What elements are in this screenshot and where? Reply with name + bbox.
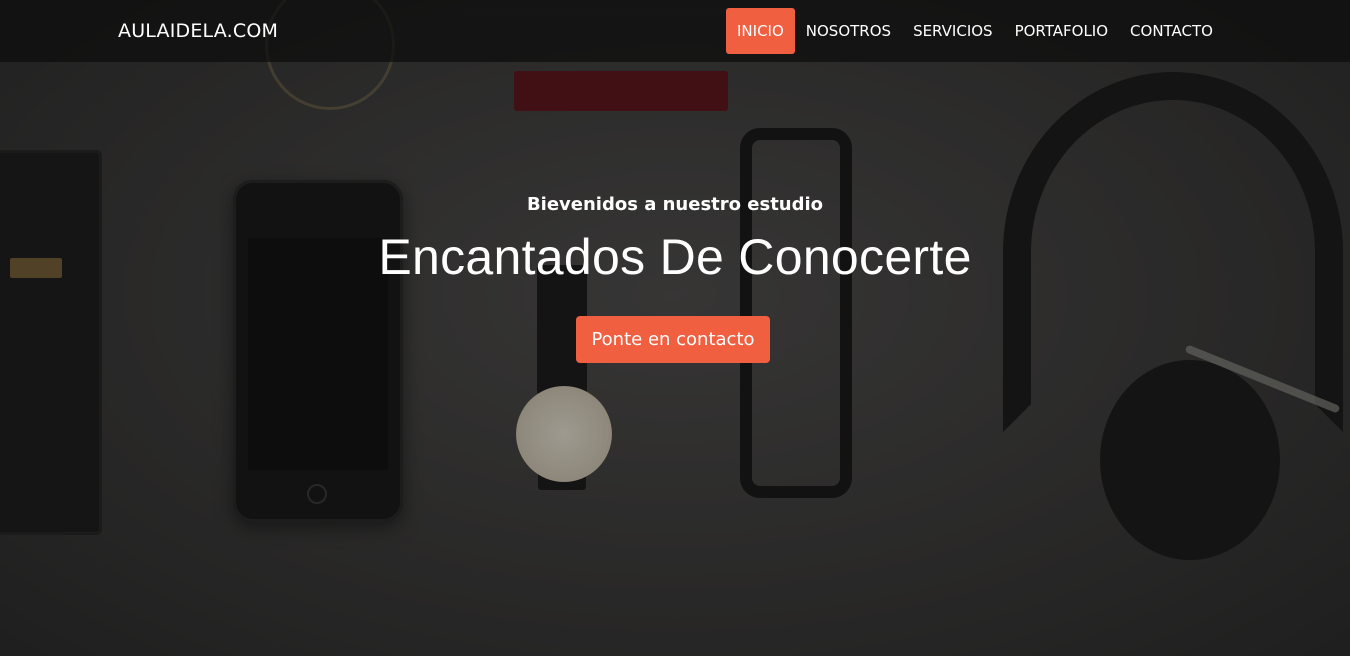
nav-item-inicio[interactable]: INICIO [726,8,795,54]
hero-subtitle: Bievenidos a nuestro estudio [526,194,824,215]
contact-button[interactable]: Ponte en contacto [576,316,770,363]
navbar: AULAIDELA.COM INICIO NOSOTROS SERVICIOS … [0,0,1350,62]
nav-item-portafolio[interactable]: PORTAFOLIO [1004,8,1119,54]
brand-logo[interactable]: AULAIDELA.COM [118,20,278,42]
hero-section: AULAIDELA.COM INICIO NOSOTROS SERVICIOS … [0,0,1350,656]
nav-item-nosotros[interactable]: NOSOTROS [795,8,902,54]
nav-item-servicios[interactable]: SERVICIOS [902,8,1004,54]
nav-item-contacto[interactable]: CONTACTO [1119,8,1224,54]
hero-headline: Encantados De Conocerte [378,229,972,285]
nav-menu: INICIO NOSOTROS SERVICIOS PORTAFOLIO CON… [726,8,1224,54]
